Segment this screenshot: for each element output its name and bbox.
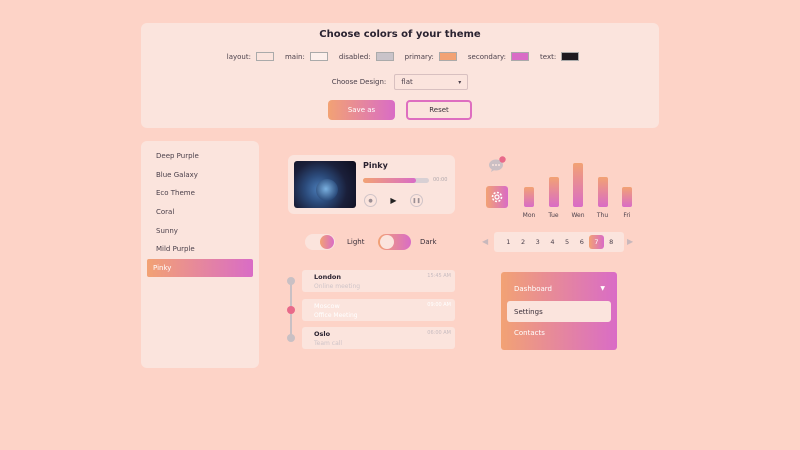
menu-item-contacts[interactable]: Contacts <box>514 329 545 337</box>
theme-item[interactable]: Mild Purple <box>141 240 259 259</box>
theme-item[interactable]: Sunny <box>141 221 259 240</box>
chart-x-label: Mon <box>522 212 536 219</box>
panel-title: Choose colors of your theme <box>319 29 481 40</box>
chart-bar <box>524 187 534 207</box>
design-select[interactable]: flat ▾ <box>394 74 469 90</box>
track-progress[interactable] <box>363 178 429 183</box>
reset-button[interactable]: Reset <box>406 100 472 120</box>
page-button[interactable]: 1 <box>501 235 516 249</box>
page-button[interactable]: 3 <box>530 235 545 249</box>
chart-x-label: Thu <box>596 212 609 219</box>
swatch-label: layout: <box>226 52 251 61</box>
theme-item[interactable]: Pinky <box>147 258 253 278</box>
track-progress-fill <box>363 178 416 183</box>
timeline-time: 06:00 AM <box>427 330 451 336</box>
page-button[interactable]: 4 <box>545 235 560 249</box>
menu-item-settings[interactable]: Settings <box>507 301 611 322</box>
gear-icon <box>491 191 503 203</box>
design-row: Choose Design: flat ▾ <box>141 74 659 90</box>
swatch-label: secondary: <box>467 52 507 61</box>
next-icon[interactable]: ❚❚ <box>410 194 423 207</box>
prev-icon[interactable]: ● <box>364 194 377 207</box>
track-time: 00:00 <box>433 177 448 183</box>
timeline-city: Moscow <box>314 301 340 310</box>
timeline-subtitle: Online meeting <box>314 283 361 290</box>
chart-bar <box>622 187 632 207</box>
dropdown-menu: Dashboard ▼ Settings Contacts <box>501 272 617 350</box>
timeline-dot <box>287 277 295 285</box>
page-list: 12345678 <box>494 232 624 252</box>
timeline-time: 15:45 AM <box>427 273 451 279</box>
swatch-row: layout: main: disabled: primary: secondary: t… <box>141 52 659 61</box>
save-as-button[interactable]: Save as <box>328 100 395 120</box>
color-swatch[interactable] <box>255 52 274 61</box>
theme-colors-panel: Choose colors of your theme layout: main:… <box>141 23 659 128</box>
timeline-time: 09:00 AM <box>427 301 451 308</box>
color-swatch[interactable] <box>375 52 394 61</box>
chart-x-label: Tue <box>548 212 559 219</box>
dark-toggle[interactable] <box>378 234 411 250</box>
album-art <box>294 161 356 208</box>
theme-item[interactable]: Deep Purple <box>141 147 259 166</box>
timeline-city: Oslo <box>314 330 331 338</box>
chart-bar <box>548 177 559 207</box>
color-swatch[interactable] <box>309 52 328 61</box>
color-swatch[interactable] <box>561 52 580 61</box>
theme-item[interactable]: Coral <box>141 203 259 222</box>
theme-item[interactable]: Blue Galaxy <box>141 166 259 185</box>
weekday-bar-chart: Mon Tue Wen Thu Fri <box>516 155 638 220</box>
swatch-label: main: <box>284 52 305 61</box>
light-label: Light <box>347 238 365 246</box>
swatch-label: primary: <box>404 52 434 61</box>
next-page-icon[interactable]: ▶ <box>627 237 633 246</box>
chart-x-label: Fri <box>623 212 631 219</box>
menu-header-label: Dashboard <box>514 285 552 293</box>
color-swatch[interactable] <box>511 52 530 61</box>
theme-toggles: Light Dark <box>305 233 445 251</box>
music-player: Pinky 00:00 ● ▶ ❚❚ <box>288 155 455 214</box>
timeline: London Online meeting 15:45 AM Moscow Office… <box>286 270 456 352</box>
prev-page-icon[interactable]: ◀ <box>482 237 488 246</box>
light-toggle-knob <box>320 235 334 249</box>
theme-list: Deep Purple Blue Galaxy Eco Theme Coral Sunn… <box>141 141 259 368</box>
track-title: Pinky <box>363 161 388 170</box>
dark-label: Dark <box>420 238 437 246</box>
chevron-down-icon: ▾ <box>458 78 462 86</box>
chart-bar <box>573 163 583 207</box>
timeline-card[interactable]: London Online meeting 15:45 AM <box>302 270 455 292</box>
page-button[interactable]: 8 <box>604 235 619 249</box>
timeline-dot <box>287 334 295 342</box>
timeline-city: London <box>314 273 341 281</box>
page-button[interactable]: 7 <box>589 235 604 249</box>
theme-item[interactable]: Eco Theme <box>141 184 259 203</box>
light-toggle[interactable] <box>305 234 335 250</box>
page-button[interactable]: 5 <box>560 235 575 249</box>
design-select-value: flat <box>401 78 413 86</box>
chat-notification-icon[interactable] <box>488 156 506 172</box>
timeline-subtitle: Office Meeting <box>314 311 358 319</box>
play-icon[interactable]: ▶ <box>387 194 400 207</box>
page-button[interactable]: 6 <box>574 235 589 249</box>
caret-down-icon: ▼ <box>600 285 605 292</box>
swatch-label: disabled: <box>338 52 371 61</box>
timeline-subtitle: Team call <box>314 340 343 347</box>
menu-header[interactable]: Dashboard ▼ <box>514 285 605 293</box>
dark-toggle-knob <box>380 235 394 249</box>
chart-bar <box>597 177 608 207</box>
settings-button[interactable] <box>486 186 508 208</box>
chart-x-label: Wen <box>571 212 585 219</box>
design-label: Choose Design: <box>331 78 387 86</box>
pagination: ◀ 12345678 ▶ <box>482 232 637 252</box>
page-button[interactable]: 2 <box>516 235 531 249</box>
timeline-card[interactable]: Oslo Team call 06:00 AM <box>302 327 455 349</box>
timeline-card[interactable]: Moscow Office Meeting 09:00 AM <box>302 298 455 321</box>
timeline-dot <box>287 305 295 314</box>
swatch-label: text: <box>540 52 557 61</box>
color-swatch[interactable] <box>438 52 457 61</box>
